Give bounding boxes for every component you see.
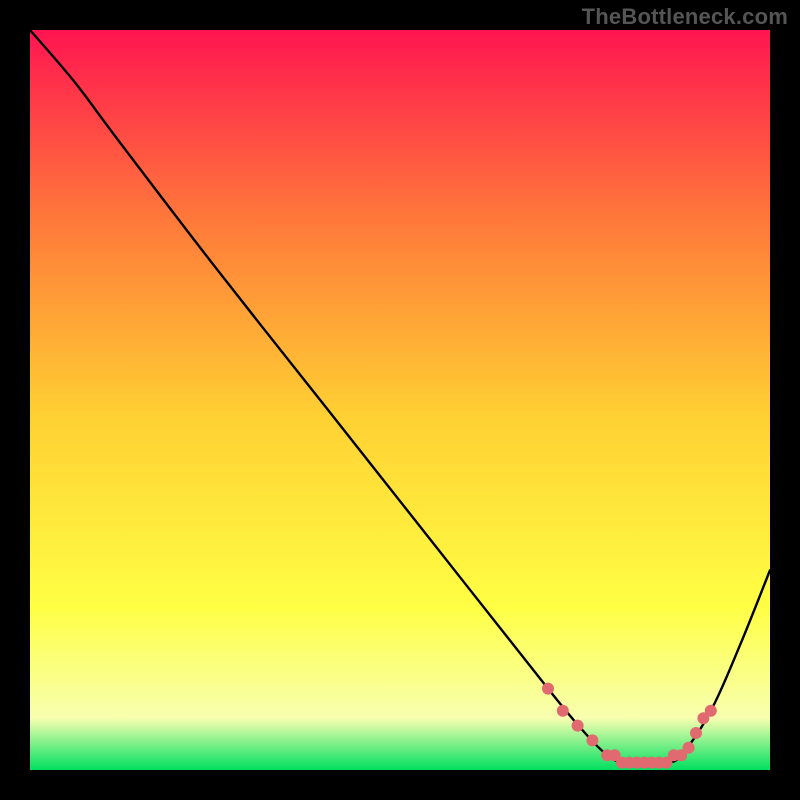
marker-dot (683, 742, 695, 754)
plot-area (30, 30, 770, 770)
marker-dot (542, 683, 554, 695)
chart-frame: TheBottleneck.com (0, 0, 800, 800)
marker-dot (557, 705, 569, 717)
marker-dot (705, 705, 717, 717)
bottleneck-chart (30, 30, 770, 770)
gradient-background (30, 30, 770, 770)
marker-dot (572, 720, 584, 732)
marker-dot (586, 734, 598, 746)
marker-dot (690, 727, 702, 739)
watermark-label: TheBottleneck.com (582, 4, 788, 30)
